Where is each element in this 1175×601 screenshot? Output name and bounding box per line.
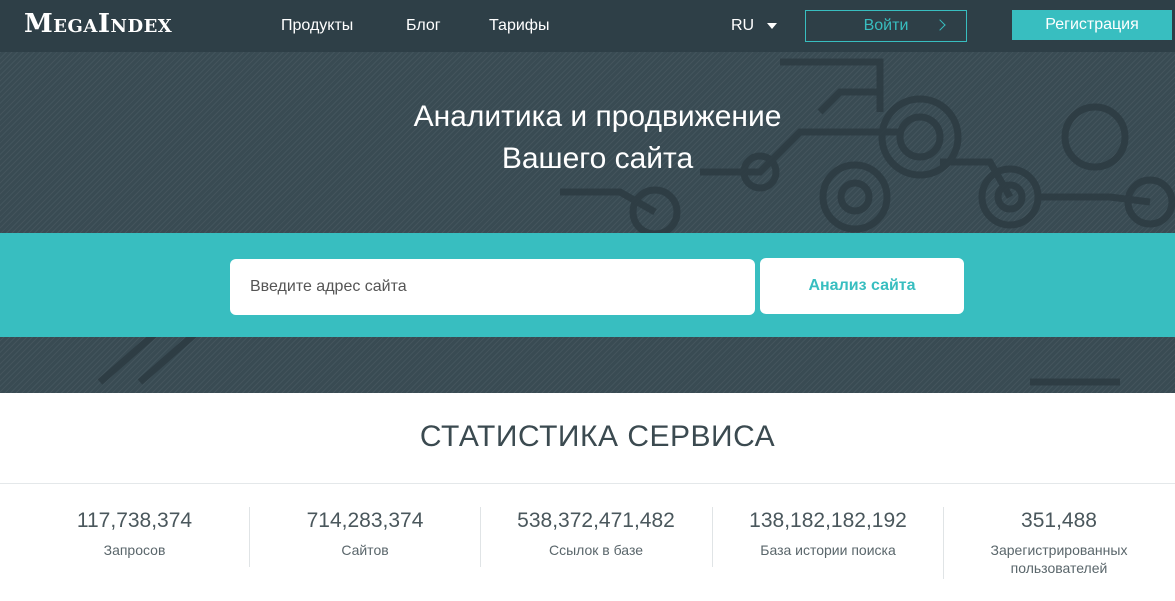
stat-label: Ссылок в базе: [548, 542, 643, 558]
stat-sites: 714,283,374 Сайтов: [249, 507, 480, 567]
stat-value: 138,182,182,192: [749, 509, 907, 532]
nav-pricing[interactable]: Тарифы: [489, 17, 549, 35]
stat-value: 351,488: [1021, 509, 1097, 532]
hero-title-line-2: Вашего сайта: [501, 142, 694, 175]
caret-down-icon[interactable]: [767, 23, 777, 29]
stat-label: Сайтов: [341, 542, 389, 558]
search-band: Анализ сайта: [0, 233, 1175, 337]
stat-value: 117,738,374: [76, 509, 193, 532]
stat-label: Зарегистрированных пользователей: [990, 542, 1128, 576]
register-button[interactable]: Регистрация: [1012, 10, 1172, 40]
stats-title: СТАТИСТИКА СЕРВИСА: [419, 420, 776, 453]
nav-products[interactable]: Продукты: [281, 17, 353, 35]
stat-search-history: 138,182,182,192 База истории поиска: [712, 507, 943, 567]
stat-links: 538,372,471,482 Ссылок в базе: [480, 507, 711, 567]
stat-value: 538,372,471,482: [517, 509, 675, 532]
stat-queries: 117,738,374 Запросов: [19, 507, 250, 567]
top-header: MegaIndex Продукты Блог Тарифы RU Войти …: [0, 0, 1175, 52]
nav-blog[interactable]: Блог: [406, 17, 441, 35]
stat-label: Запросов: [103, 542, 166, 558]
analyze-site-button[interactable]: Анализ сайта: [760, 258, 964, 314]
login-button-label: Войти: [863, 17, 909, 34]
megaindex-logo[interactable]: MegaIndex: [24, 9, 172, 39]
hero-title-line-1: Аналитика и продвижение: [413, 100, 782, 133]
stat-registered-users: 351,488 Зарегистрированных пользователей: [943, 507, 1174, 579]
stat-value: 714,283,374: [306, 509, 424, 532]
language-selector[interactable]: RU: [731, 17, 754, 35]
site-address-input[interactable]: [230, 259, 755, 315]
divider: [0, 483, 1175, 484]
chevron-right-icon: [934, 19, 946, 31]
hero-title: Аналитика и продвижение Вашего сайта: [0, 96, 1175, 180]
hero-section: Аналитика и продвижение Вашего сайта Ана…: [0, 52, 1175, 393]
login-button[interactable]: Войти: [805, 10, 967, 42]
stat-label: База истории поиска: [760, 542, 896, 558]
